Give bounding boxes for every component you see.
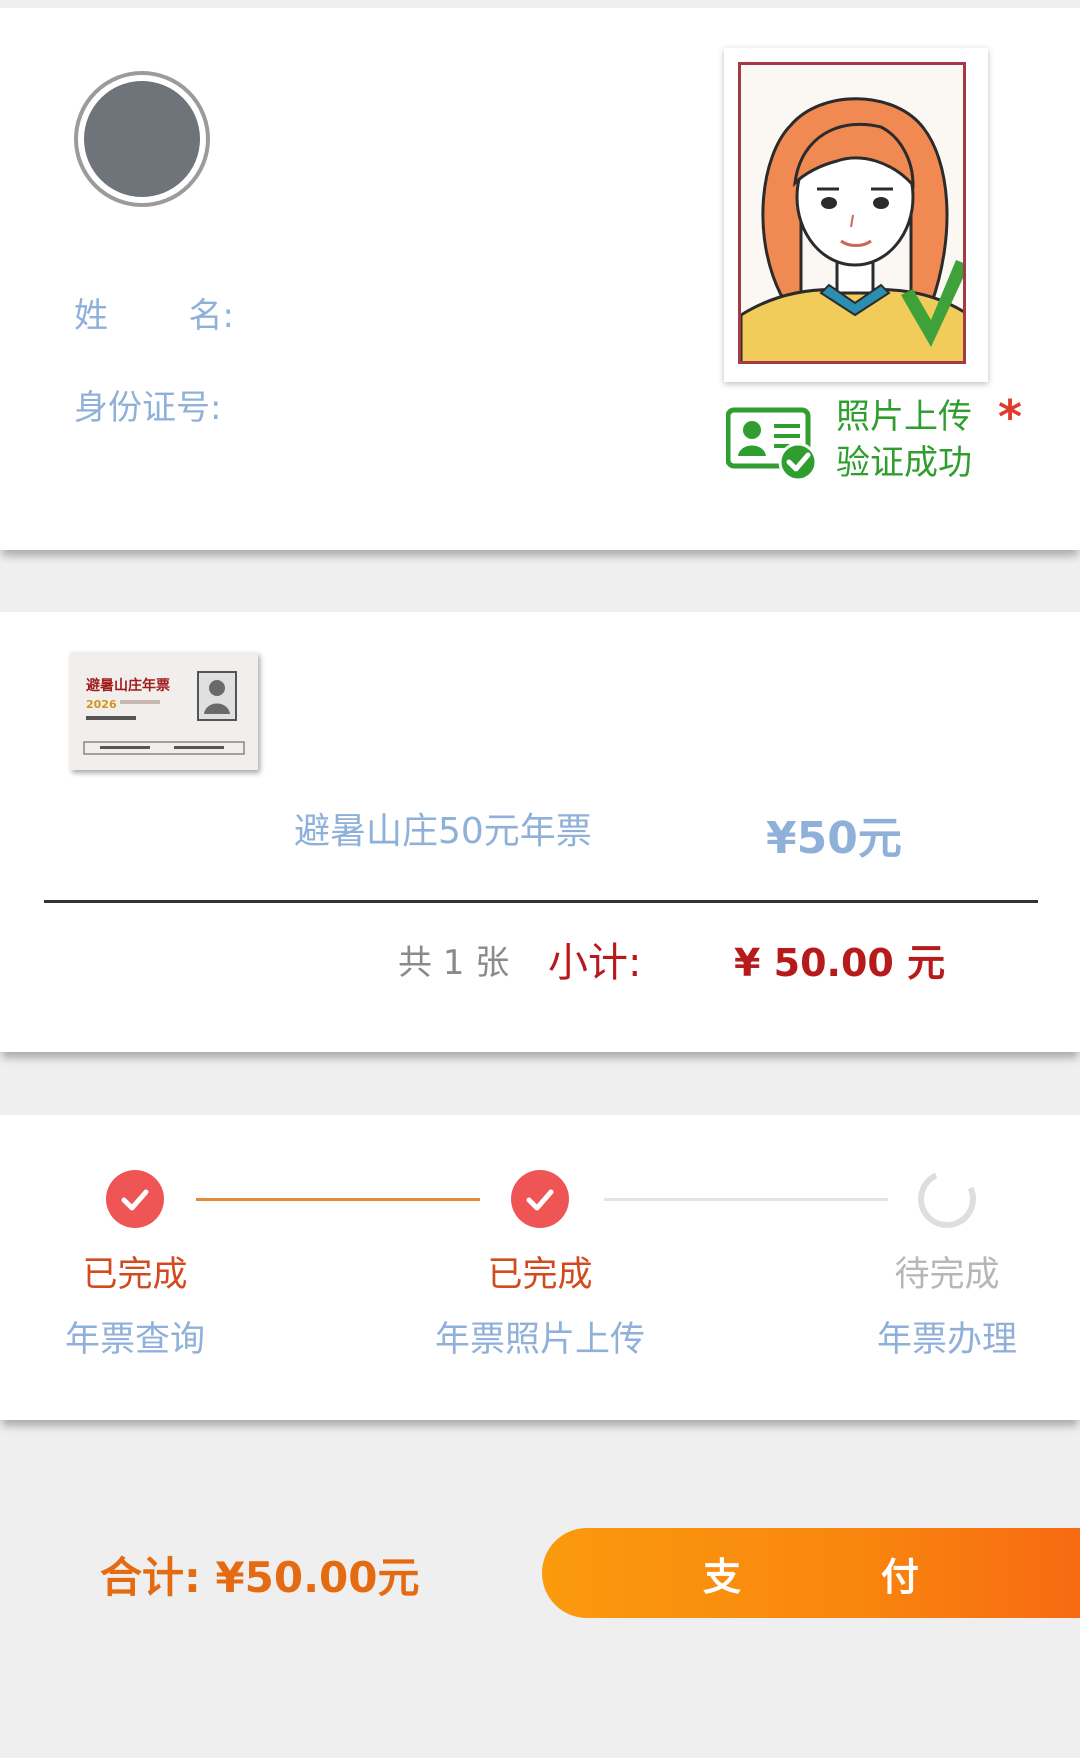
loading-spinner-icon <box>909 1161 985 1237</box>
ticket-count: 共 1 张 <box>398 943 510 983</box>
name-label-char-1: 姓 <box>74 296 108 336</box>
name-label: 姓 名: <box>74 288 234 337</box>
subtotal-label: 小计: <box>548 940 642 986</box>
step-photo-upload: 已完成 年票照片上传 <box>420 1170 660 1362</box>
portrait-illustration <box>741 65 963 361</box>
step-ticket-query: 已完成 年票查询 <box>15 1170 255 1362</box>
divider <box>44 900 1038 903</box>
id-number-label: 身份证号: <box>74 388 222 428</box>
step-ticket-processing: 待完成 年票办理 <box>827 1161 1067 1362</box>
ticket-name: 避暑山庄50元年票 <box>294 811 592 852</box>
ticket-card: 避暑山庄年票 2026 避暑山庄50元年票 ¥50元 共 1 张 小计: ¥ 5… <box>0 612 1080 1052</box>
verify-text-line1: 照片上传 <box>836 397 972 437</box>
step-status: 已完成 <box>82 1255 188 1295</box>
order-total: 合计: ¥50.00元 <box>100 1553 420 1602</box>
name-label-char-2: 名: <box>188 296 234 336</box>
subtotal-value: ¥ 50.00 元 <box>734 941 946 985</box>
ticket-thumb-title: 避暑山庄年票 <box>86 677 170 694</box>
step-name: 年票办理 <box>876 1320 1017 1360</box>
user-info-card: 姓 名: 身份证号: 照片上传 验证成功 * <box>0 8 1080 550</box>
check-icon <box>511 1170 569 1228</box>
id-card-verified-icon <box>726 407 818 482</box>
pay-button[interactable]: 支付 <box>542 1528 1080 1618</box>
check-icon <box>106 1170 164 1228</box>
verify-text: 照片上传 验证成功 <box>836 394 972 486</box>
portrait-photo[interactable] <box>724 48 988 382</box>
step-status: 已完成 <box>487 1255 593 1295</box>
step-name: 年票照片上传 <box>434 1320 645 1360</box>
annual-pass-card-image: 避暑山庄年票 2026 <box>70 652 258 770</box>
step-status: 待完成 <box>894 1255 1000 1295</box>
ticket-thumbnail: 避暑山庄年票 2026 <box>70 652 258 770</box>
verify-text-line2: 验证成功 <box>836 443 972 483</box>
ticket-price: ¥50元 <box>766 813 902 864</box>
step-name: 年票查询 <box>64 1320 205 1360</box>
required-star: * <box>998 390 1023 444</box>
ticket-thumb-year: 2026 <box>86 698 117 711</box>
progress-steps-card: 已完成 年票查询 已完成 年票照片上传 待完成 年票办理 <box>0 1115 1080 1420</box>
photo-verify-status: 照片上传 验证成功 * <box>726 390 1036 486</box>
avatar[interactable] <box>74 71 210 207</box>
